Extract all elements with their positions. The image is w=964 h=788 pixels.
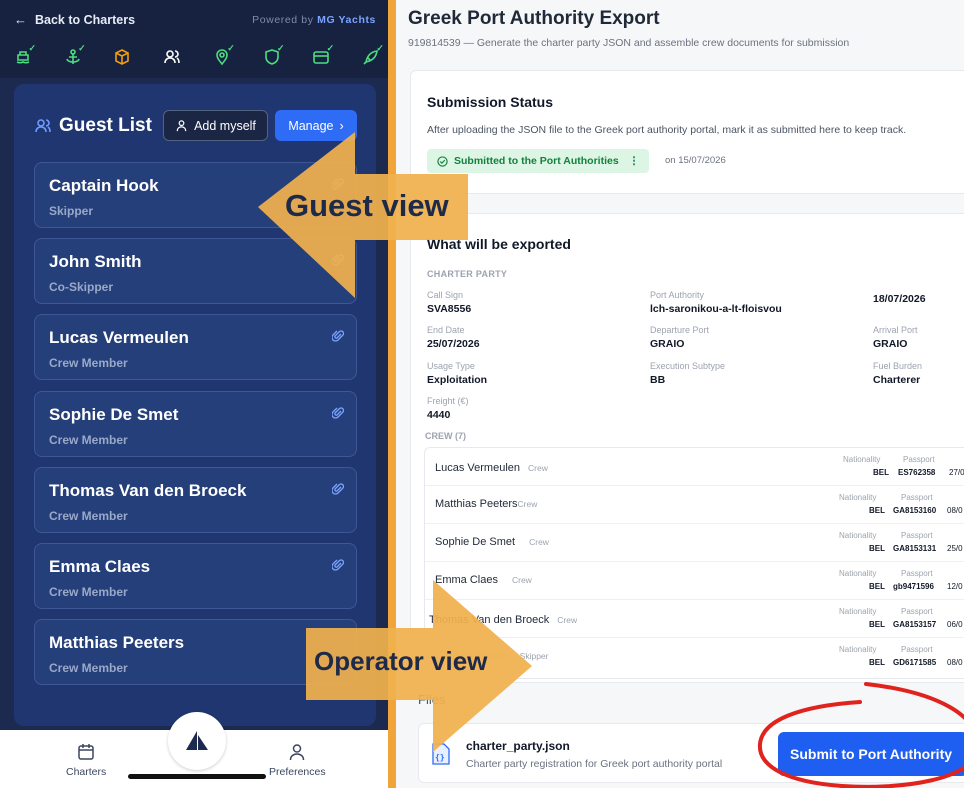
section-nav: ✓ ✓ ✓ ✓ ✓ ✓ bbox=[8, 43, 386, 70]
field-usage-type: Usage Type Exploitation bbox=[427, 361, 488, 386]
crew-label: CREW (7) bbox=[425, 431, 466, 441]
anchor-icon[interactable]: ✓ bbox=[58, 43, 88, 70]
guest-role: Skipper bbox=[49, 204, 94, 218]
rocket-icon[interactable]: ✓ bbox=[356, 43, 386, 70]
more-vertical-icon[interactable]: ⋮ bbox=[629, 155, 640, 167]
guest-row[interactable]: Sophie De Smet Crew Member bbox=[34, 391, 357, 457]
sailboat-icon bbox=[186, 731, 208, 750]
field-arrival-port: Arrival Port GRAIO bbox=[873, 325, 918, 350]
guest-top-bar: ← Back to Charters Powered by MG Yachts … bbox=[0, 0, 388, 78]
crew-list: Lucas Vermeulen Crew Nationality BEL Pass… bbox=[424, 447, 964, 679]
field-end-date: End Date 25/07/2026 bbox=[427, 325, 480, 350]
add-myself-button[interactable]: Add myself bbox=[163, 110, 268, 141]
manage-button[interactable]: Manage › bbox=[275, 110, 357, 141]
package-icon[interactable] bbox=[107, 44, 137, 70]
guest-list-title: Guest List bbox=[34, 115, 152, 137]
chevron-right-icon: › bbox=[339, 118, 344, 133]
user-icon bbox=[290, 744, 305, 761]
field-start-date: 18/07/2026 bbox=[873, 293, 926, 305]
file-description: Charter party registration for Greek por… bbox=[466, 758, 723, 770]
guest-name: Lucas Vermeulen bbox=[49, 328, 189, 347]
guest-view-label: Guest view bbox=[285, 188, 449, 223]
users-icon bbox=[35, 119, 51, 133]
submit-to-port-authority-button[interactable]: Submit to Port Authority bbox=[778, 732, 964, 776]
calendar-icon bbox=[78, 744, 94, 760]
nav-charters[interactable]: Charters bbox=[66, 742, 106, 778]
guest-row[interactable]: Thomas Van den Broeck Crew Member bbox=[34, 467, 357, 533]
field-departure-port: Departure Port GRAIO bbox=[650, 325, 710, 350]
submission-status-title: Submission Status bbox=[427, 94, 554, 110]
paperclip-icon[interactable] bbox=[332, 558, 344, 572]
wallet-icon[interactable]: ✓ bbox=[306, 43, 336, 70]
map-pin-icon[interactable]: ✓ bbox=[207, 43, 237, 70]
crew-row: Thomas Van den Broeck Crew Nationality BE… bbox=[425, 600, 964, 638]
json-file-icon: {} bbox=[432, 743, 450, 765]
crew-row: Captain Hook Skipper Nationality BEL Pass… bbox=[435, 645, 963, 667]
field-call-sign: Call Sign SVA8556 bbox=[427, 290, 472, 315]
guest-role: Crew Member bbox=[49, 356, 128, 370]
guest-name: Captain Hook bbox=[49, 176, 159, 195]
guest-name: Sophie De Smet bbox=[49, 405, 179, 424]
home-sail-button[interactable] bbox=[168, 712, 226, 770]
guest-name: John Smith bbox=[49, 252, 142, 271]
guest-role: Co-Skipper bbox=[49, 280, 114, 294]
arrow-left-icon: ← bbox=[14, 12, 27, 27]
file-name: charter_party.json bbox=[466, 739, 570, 753]
field-port-authority: Port Authority lch-saronikou-a-lt-floisvo… bbox=[650, 290, 782, 315]
guest-role: Crew Member bbox=[49, 661, 128, 675]
guest-name: Matthias Peeters bbox=[49, 633, 185, 652]
boat-icon[interactable]: ✓ bbox=[8, 43, 38, 70]
guest-name: Emma Claes bbox=[49, 557, 151, 576]
submission-status-text: After uploading the JSON file to the Gre… bbox=[427, 124, 907, 136]
export-title: What will be exported bbox=[427, 236, 571, 252]
guest-row[interactable]: Emma Claes Crew Member bbox=[34, 543, 357, 609]
back-to-charters-link[interactable]: ← Back to Charters bbox=[14, 12, 135, 27]
powered-by-text: Powered by MG Yachts bbox=[252, 14, 376, 26]
charter-party-label: CHARTER PARTY bbox=[427, 269, 508, 279]
field-freight: Freight (€) 4440 bbox=[427, 396, 469, 421]
guest-row[interactable]: Lucas Vermeulen Crew Member bbox=[34, 314, 357, 380]
crew-row: Emma Claes Crew Nationality BEL Passport … bbox=[425, 562, 964, 600]
guest-role: Crew Member bbox=[49, 433, 128, 447]
paperclip-icon[interactable] bbox=[332, 406, 344, 420]
page-subtitle: 919814539 — Generate the charter party J… bbox=[408, 37, 850, 49]
submitted-status-badge[interactable]: Submitted to the Port Authorities ⋮ bbox=[427, 149, 650, 173]
crew-row: Matthias PeetersCrew Nationality BEL Pas… bbox=[425, 486, 964, 524]
brand-name: MG Yachts bbox=[317, 14, 376, 26]
operator-view-label: Operator view bbox=[314, 646, 488, 676]
guest-row[interactable]: John Smith Co-Skipper bbox=[34, 238, 357, 304]
users-icon[interactable] bbox=[157, 44, 187, 70]
files-title: Files bbox=[418, 692, 446, 707]
guest-role: Crew Member bbox=[49, 509, 128, 523]
paperclip-icon[interactable] bbox=[332, 329, 344, 343]
crew-row: Sophie De Smet Crew Nationality BEL Passp… bbox=[425, 524, 964, 562]
paperclip-icon[interactable] bbox=[332, 482, 344, 496]
field-fuel-burden: Fuel Burden Charterer bbox=[873, 361, 923, 386]
guest-role: Crew Member bbox=[49, 585, 128, 599]
user-icon bbox=[176, 120, 187, 132]
check-circle-icon bbox=[437, 155, 448, 167]
svg-text:{}: {} bbox=[435, 753, 445, 762]
crew-row: Lucas Vermeulen Crew Nationality BEL Pass… bbox=[425, 448, 964, 486]
guest-name: Thomas Van den Broeck bbox=[49, 481, 247, 500]
submission-date: on 15/07/2026 bbox=[665, 155, 726, 166]
paperclip-icon[interactable] bbox=[332, 253, 344, 267]
page-title: Greek Port Authority Export bbox=[408, 8, 660, 29]
home-indicator bbox=[128, 774, 266, 779]
guest-row[interactable]: Matthias Peeters Crew Member bbox=[34, 619, 357, 685]
nav-preferences[interactable]: Preferences bbox=[269, 742, 326, 778]
field-execution-subtype: Execution Subtype BB bbox=[650, 361, 726, 386]
shield-icon[interactable]: ✓ bbox=[257, 43, 287, 70]
